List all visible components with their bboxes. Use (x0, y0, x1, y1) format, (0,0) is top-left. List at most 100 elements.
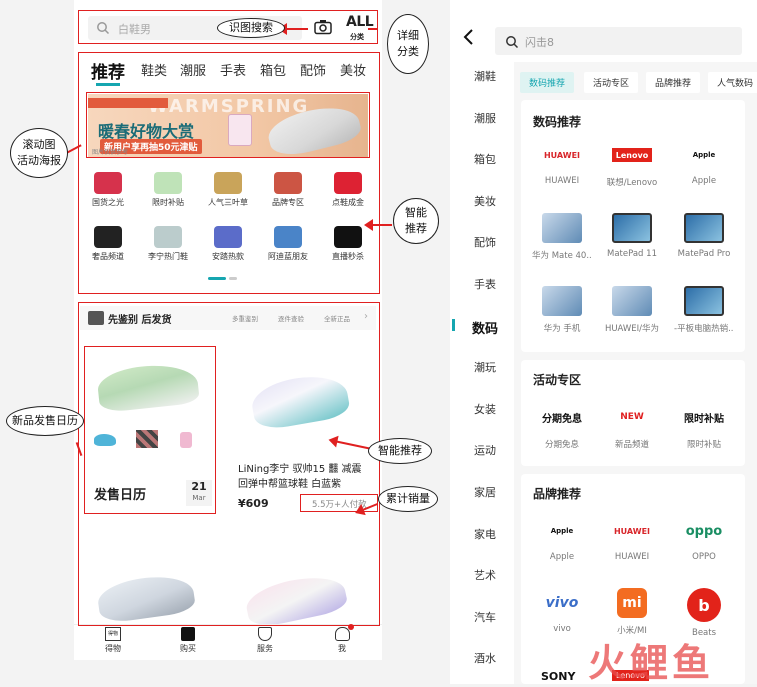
nav-buy[interactable]: 购买 (175, 627, 201, 654)
annot-scan-search: 识图搜索 (217, 18, 285, 38)
brand-item-label: vivo (553, 624, 571, 634)
nav-label-buy: 购买 (180, 644, 196, 653)
brand-item[interactable]: b Beats (674, 588, 734, 638)
sub-tab[interactable]: 数码推荐 (520, 72, 575, 93)
annot-scroll-banner: 滚动图 活动海报 (10, 128, 68, 178)
digital-item-image (684, 286, 724, 316)
digital-item[interactable]: 华为 Mate 40... (532, 213, 592, 261)
category-search-placeholder: 闪击8 (525, 36, 554, 49)
sidebar-item[interactable]: 配饰 (450, 234, 520, 250)
annot-detail-category: 详细 分类 (387, 14, 429, 74)
profile-ghost-icon (334, 624, 354, 641)
sidebar-item[interactable]: 潮玩 (450, 359, 520, 375)
sidebar-item[interactable]: 汽车 (450, 609, 520, 625)
sidebar-item[interactable]: 家居 (450, 484, 520, 500)
brand-logo: oppo (685, 523, 723, 539)
sidebar-item[interactable]: 家电 (450, 526, 520, 542)
annot-smart-recommend: 智能 推荐 (393, 198, 439, 244)
sub-tab[interactable]: 品牌推荐 (646, 72, 701, 93)
digital-item-label: Apple (691, 176, 717, 186)
activity-item-label: 新品频道 (614, 440, 649, 450)
sub-tab[interactable]: 人气数码 (708, 72, 757, 93)
arrow-smart (364, 219, 392, 231)
brand-item[interactable]: vivo vivo (532, 588, 592, 634)
sidebar-item[interactable]: 数码 (450, 318, 520, 337)
brand-logo-sony[interactable]: SONY (541, 670, 575, 683)
digital-item-image: HUAWEI (543, 150, 581, 160)
section-title-digital: 数码推荐 (533, 115, 582, 129)
arrow-scan (278, 23, 308, 35)
brand-logo: b (687, 588, 721, 622)
brand-logo: mi (617, 588, 647, 618)
brand-item[interactable]: Apple Apple (532, 516, 592, 562)
digital-item-label: 华为 手机 (543, 324, 581, 334)
digital-item[interactable]: Apple Apple (674, 140, 734, 186)
annot-scroll-line1: 滚动图 (22, 138, 56, 151)
brand-item-label: Apple (549, 552, 575, 562)
digital-item-image (684, 213, 724, 243)
sidebar-item[interactable]: 手表 (450, 276, 520, 292)
brand-item[interactable]: oppo OPPO (674, 516, 734, 563)
nav-label-dewu: 得物 (105, 644, 121, 653)
annot-scroll-line2: 活动海报 (17, 154, 61, 167)
watermark-text: 火鲤鱼 (588, 641, 715, 685)
annot-smart-line1: 智能 (405, 206, 427, 219)
digital-item-image (542, 213, 582, 243)
sidebar-active-indicator (452, 319, 455, 331)
digital-item[interactable]: MatePad 11 (602, 213, 662, 259)
sidebar-item[interactable]: 潮鞋 (450, 68, 520, 84)
activity-item[interactable]: 限时补贴 限时补贴 (674, 402, 734, 451)
digital-item-image (612, 213, 652, 243)
activity-item-logo: 分期免息 (542, 413, 582, 425)
digital-item[interactable]: 华为 手机 (532, 286, 592, 334)
sidebar-item[interactable]: 女装 (450, 401, 520, 417)
brand-item[interactable]: HUAWEI HUAWEI (602, 516, 662, 563)
search-icon-right (505, 34, 519, 53)
nav-label-service: 服务 (257, 644, 273, 653)
shield-icon (258, 627, 272, 641)
brand-item[interactable]: mi 小米/MI (602, 588, 662, 636)
digital-item-label: HUAWEI (544, 176, 580, 186)
nav-service[interactable]: 服务 (252, 627, 278, 654)
digital-item-label: MatePad 11 (607, 249, 657, 259)
sidebar-item[interactable]: 美妆 (450, 193, 520, 209)
annot-detail-line2: 分类 (397, 45, 419, 58)
sidebar-item[interactable]: 运动 (450, 442, 520, 458)
nav-me[interactable]: 我 (329, 624, 355, 654)
activity-item[interactable]: 分期免息 分期免息 (532, 402, 592, 451)
activity-item-logo: NEW (620, 412, 644, 422)
activity-item-logo: 限时补贴 (684, 413, 724, 425)
annot-total-sales: 累计销量 (378, 486, 438, 512)
brand-item-label: OPPO (692, 552, 716, 562)
sidebar-item[interactable]: 潮服 (450, 110, 520, 126)
back-arrow-icon[interactable] (462, 28, 474, 50)
shopping-bag-icon (181, 627, 195, 641)
sub-tab[interactable]: 活动专区 (584, 72, 639, 93)
brand-logo: HUAWEI (613, 526, 651, 536)
sidebar-item[interactable]: 箱包 (450, 151, 520, 167)
digital-item-label: MatePad Pro (677, 249, 731, 259)
nav-label-me: 我 (338, 644, 346, 653)
activity-item[interactable]: NEW 新品频道 (602, 402, 662, 450)
digital-item-label: 联想/Lenovo (606, 178, 658, 188)
annot-box-calendar (84, 346, 216, 514)
digital-item[interactable]: MatePad Pro (674, 213, 734, 259)
sidebar-item[interactable]: 艺术 (450, 567, 520, 583)
digital-item[interactable]: HUAWEI HUAWEI (532, 140, 592, 187)
annot-smart-line2: 推荐 (405, 222, 427, 235)
dewu-logo-icon: 得物 (105, 627, 121, 641)
digital-item[interactable]: Lenovo 联想/Lenovo (602, 140, 662, 188)
brand-item-label: HUAWEI (614, 552, 650, 562)
digital-item[interactable]: -平板电脑热销... (674, 286, 734, 334)
digital-item-image (612, 286, 652, 316)
digital-item-label: -平板电脑热销... (674, 324, 734, 334)
activity-item-label: 分期免息 (544, 440, 579, 450)
digital-item-image (542, 286, 582, 316)
annot-box-tabs-icons (78, 52, 380, 294)
nav-dewu[interactable]: 得物 得物 (100, 627, 126, 654)
annot-release-calendar: 新品发售日历 (6, 406, 84, 436)
activity-item-label: 限时补贴 (686, 440, 721, 450)
digital-item[interactable]: HUAWEI/华为 (602, 286, 662, 334)
arrow-detail (368, 28, 378, 30)
sidebar-item[interactable]: 酒水 (450, 650, 520, 666)
